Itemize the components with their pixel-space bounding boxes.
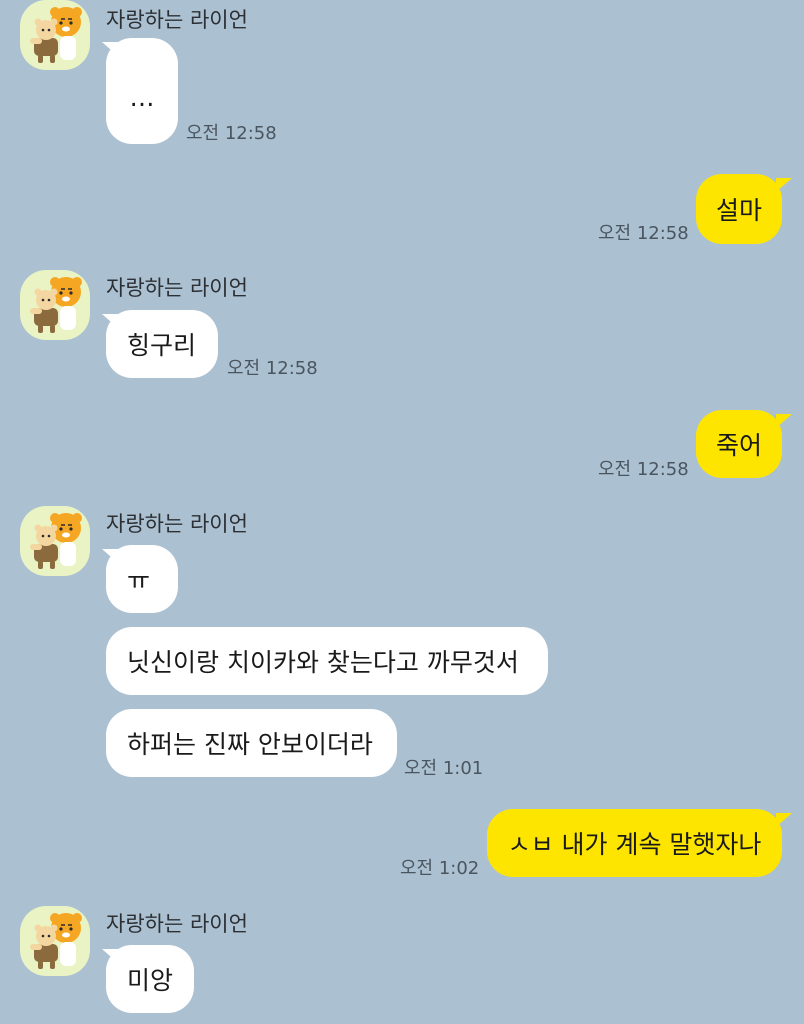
sender-name: 자랑하는 라이언: [106, 276, 248, 300]
message-bubble[interactable]: 힝구리: [106, 310, 218, 378]
bubble-tail: [776, 813, 792, 827]
message-bubble[interactable]: 설마: [696, 174, 782, 244]
ryan-lion-icon: [30, 513, 82, 569]
message-bubble[interactable]: ㅅㅂ 내가 계속 말햇자나: [487, 809, 782, 877]
bubble-tail: [776, 414, 792, 428]
sender-avatar[interactable]: [20, 906, 90, 976]
message-bubble[interactable]: 닛신이랑 치이카와 찾는다고 까무것서: [106, 627, 548, 695]
message-bubble[interactable]: ㅠ: [106, 545, 178, 613]
message-bubble[interactable]: 하퍼는 진짜 안보이더라: [106, 709, 397, 777]
message-time: 오전 12:58: [598, 459, 689, 480]
sender-avatar[interactable]: [20, 270, 90, 340]
sender-name: 자랑하는 라이언: [106, 512, 248, 536]
message-time: 오전 12:58: [227, 358, 318, 379]
sender-name: 자랑하는 라이언: [106, 8, 248, 32]
ryan-lion-icon: [30, 277, 82, 333]
message-time: 오전 1:02: [400, 858, 480, 879]
sender-avatar[interactable]: [20, 0, 90, 70]
sender-avatar[interactable]: [20, 506, 90, 576]
message-bubble[interactable]: 미앙: [106, 945, 194, 1013]
ryan-lion-icon: [30, 913, 82, 969]
bubble-tail: [776, 178, 792, 192]
message-time: 오전 12:58: [186, 123, 277, 144]
sender-name: 자랑하는 라이언: [106, 912, 248, 936]
ryan-lion-icon: [30, 7, 82, 63]
message-bubble[interactable]: …: [106, 38, 178, 144]
message-time: 오전 12:58: [598, 223, 689, 244]
message-time: 오전 1:01: [404, 758, 484, 779]
message-bubble[interactable]: 죽어: [696, 410, 782, 478]
